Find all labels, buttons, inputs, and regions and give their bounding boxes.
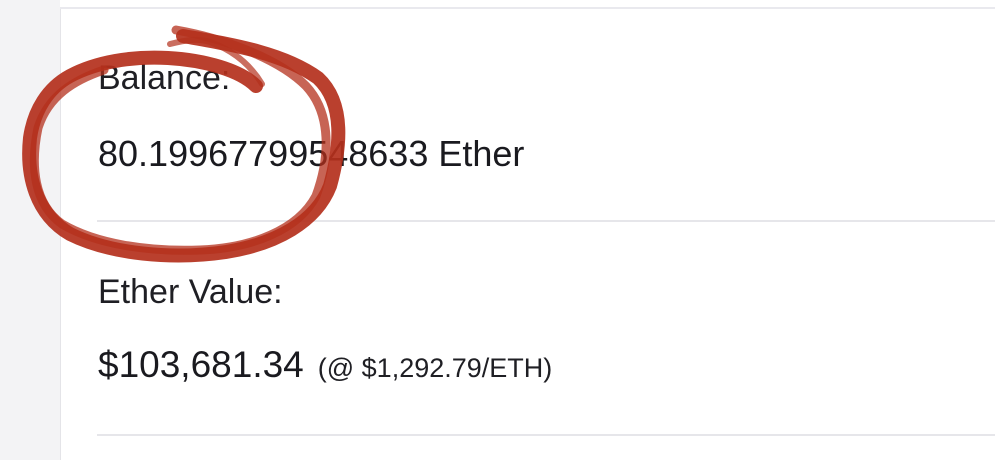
- row-divider: [97, 434, 995, 436]
- ether-value-usd: $103,681.34: [98, 344, 304, 385]
- balance-label: Balance:: [98, 59, 231, 97]
- row-divider: [97, 220, 995, 222]
- card-top-border: [60, 0, 995, 9]
- page-gutter: [0, 0, 60, 460]
- ether-value-row: $103,681.34 (@ $1,292.79/ETH): [98, 344, 552, 386]
- ether-price-rate: (@ $1,292.79/ETH): [317, 353, 553, 383]
- balance-value: 80.19967799548633 Ether: [98, 133, 525, 174]
- ether-value-label: Ether Value:: [98, 273, 283, 311]
